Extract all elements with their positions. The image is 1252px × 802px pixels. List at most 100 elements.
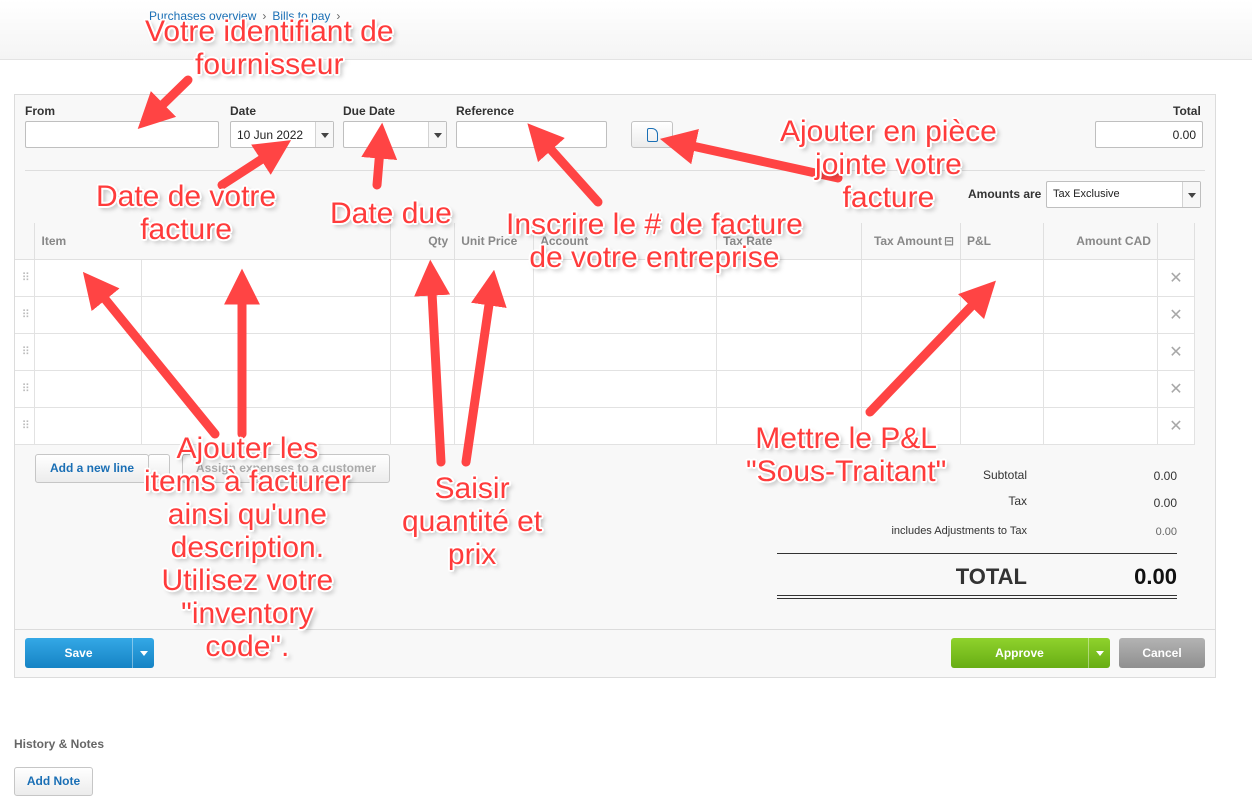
pl-cell[interactable] (960, 369, 1044, 408)
unit-price-cell[interactable] (454, 369, 535, 408)
item-cell[interactable] (34, 369, 143, 408)
amount-cell[interactable] (1042, 369, 1158, 408)
annotation-attach-line1: Ajouter en pièce (780, 115, 997, 148)
tax-rate-cell[interactable] (716, 369, 863, 408)
account-cell[interactable] (533, 332, 718, 371)
annotation-supplier-line1: Votre identifiant de (145, 15, 394, 48)
cancel-button[interactable]: Cancel (1119, 638, 1205, 668)
amounts-are-dropdown-arrow-icon[interactable] (1182, 182, 1200, 207)
qty-cell[interactable] (390, 332, 456, 371)
account-cell[interactable] (533, 369, 718, 408)
grand-total-value: 0.00 (1134, 564, 1177, 589)
tax-amount-cell[interactable] (861, 369, 961, 408)
pl-cell[interactable] (960, 258, 1044, 297)
qty-cell[interactable] (390, 406, 456, 445)
drag-handle-icon[interactable]: ⠿ (15, 332, 36, 371)
approve-dropdown-arrow-icon[interactable] (1088, 638, 1110, 668)
item-cell[interactable] (34, 258, 143, 297)
annotation-date-line1: Date de votre (96, 180, 277, 213)
item-cell[interactable] (34, 332, 143, 371)
add-new-line-button[interactable]: Add a new line (35, 454, 149, 483)
table-row: ⠿ ✕ (15, 295, 1196, 334)
annotation-items-line4: description. (170, 531, 325, 564)
drag-col-header (15, 223, 36, 260)
delete-row-icon[interactable]: ✕ (1156, 369, 1196, 408)
collapse-icon[interactable]: ⊟ (944, 234, 954, 248)
pl-cell[interactable] (960, 406, 1044, 445)
delete-row-icon[interactable]: ✕ (1156, 295, 1196, 334)
pl-cell[interactable] (960, 332, 1044, 371)
drag-handle-icon[interactable]: ⠿ (15, 369, 36, 408)
qty-cell[interactable] (390, 258, 456, 297)
amount-cell[interactable] (1042, 332, 1158, 371)
amount-cell[interactable] (1042, 295, 1158, 334)
annotation-qty-line1: Saisir (434, 472, 510, 505)
date-value: 10 Jun 2022 (237, 128, 304, 142)
total-label: Total (1173, 104, 1201, 118)
date-label: Date (230, 104, 257, 118)
unit-price-cell[interactable] (454, 295, 535, 334)
add-note-button[interactable]: Add Note (14, 767, 93, 796)
approve-button[interactable]: Approve (951, 638, 1110, 668)
history-notes-title: History & Notes (14, 737, 105, 751)
amounts-are-select[interactable]: Tax Exclusive (1046, 181, 1201, 208)
annotation-items: Ajouter les items à facturer ainsi qu'une d… (144, 432, 351, 663)
annotation-qty-line3: prix (447, 538, 497, 571)
qty-cell[interactable] (390, 295, 456, 334)
from-field[interactable] (25, 121, 219, 148)
description-cell[interactable] (141, 295, 392, 334)
reference-field[interactable] (456, 121, 607, 148)
annotation-pl: Mettre le P&L "Sous-Traitant" (746, 422, 946, 488)
delete-row-icon[interactable]: ✕ (1156, 406, 1196, 445)
attach-file-button[interactable] (631, 121, 673, 148)
description-cell[interactable] (141, 369, 392, 408)
qty-cell[interactable] (390, 369, 456, 408)
from-label: From (25, 104, 55, 118)
annotation-date-line2: facture (140, 213, 232, 246)
annotation-due-date: Date due (330, 197, 452, 230)
tax-rate-cell[interactable] (716, 295, 863, 334)
drag-handle-icon[interactable]: ⠿ (15, 406, 36, 445)
save-button[interactable]: Save (25, 638, 154, 668)
annotation-items-line7: code". (205, 630, 290, 663)
unit-price-cell[interactable] (454, 406, 535, 445)
date-field[interactable]: 10 Jun 2022 (230, 121, 334, 148)
annotation-attach-line3: facture (842, 181, 935, 214)
amount-cell[interactable] (1042, 406, 1158, 445)
item-cell[interactable] (34, 295, 143, 334)
annotation-attach-line2: jointe votre (815, 148, 962, 181)
drag-handle-icon[interactable]: ⠿ (15, 258, 36, 297)
date-dropdown-arrow-icon[interactable] (315, 122, 333, 147)
adjustments-value: 0.00 (1155, 526, 1177, 538)
reference-label: Reference (456, 104, 515, 118)
tax-amount-cell[interactable] (861, 295, 961, 334)
col-header-pl: P&L (960, 223, 1044, 260)
account-cell[interactable] (533, 295, 718, 334)
item-cell[interactable] (34, 406, 143, 445)
col-header-tax-amount[interactable]: Tax Amount ⊟ (861, 223, 961, 260)
table-row: ⠿ ✕ (15, 332, 1196, 371)
tax-value: 0.00 (1153, 496, 1177, 510)
annotation-date: Date de votre facture (96, 180, 276, 246)
pl-cell[interactable] (960, 295, 1044, 334)
due-date-field[interactable] (343, 121, 447, 148)
delete-row-icon[interactable]: ✕ (1156, 332, 1196, 371)
col-header-tax-amount-label: Tax Amount (873, 233, 942, 248)
due-date-dropdown-arrow-icon[interactable] (428, 122, 446, 147)
delete-col-header (1156, 223, 1196, 260)
col-header-amount-cad: Amount CAD (1042, 223, 1158, 260)
account-cell[interactable] (533, 406, 718, 445)
tax-label: Tax (1008, 494, 1027, 508)
total-field[interactable]: 0.00 (1095, 121, 1203, 148)
description-cell[interactable] (141, 258, 392, 297)
tax-amount-cell[interactable] (861, 258, 961, 297)
tax-rate-cell[interactable] (716, 332, 863, 371)
unit-price-cell[interactable] (454, 332, 535, 371)
description-cell[interactable] (141, 332, 392, 371)
amount-cell[interactable] (1042, 258, 1158, 297)
annotation-invoice-line1: Inscrire le # de facture (506, 208, 803, 241)
tax-amount-cell[interactable] (861, 332, 961, 371)
totals-divider (777, 553, 1177, 554)
delete-row-icon[interactable]: ✕ (1156, 258, 1196, 297)
drag-handle-icon[interactable]: ⠿ (15, 295, 36, 334)
